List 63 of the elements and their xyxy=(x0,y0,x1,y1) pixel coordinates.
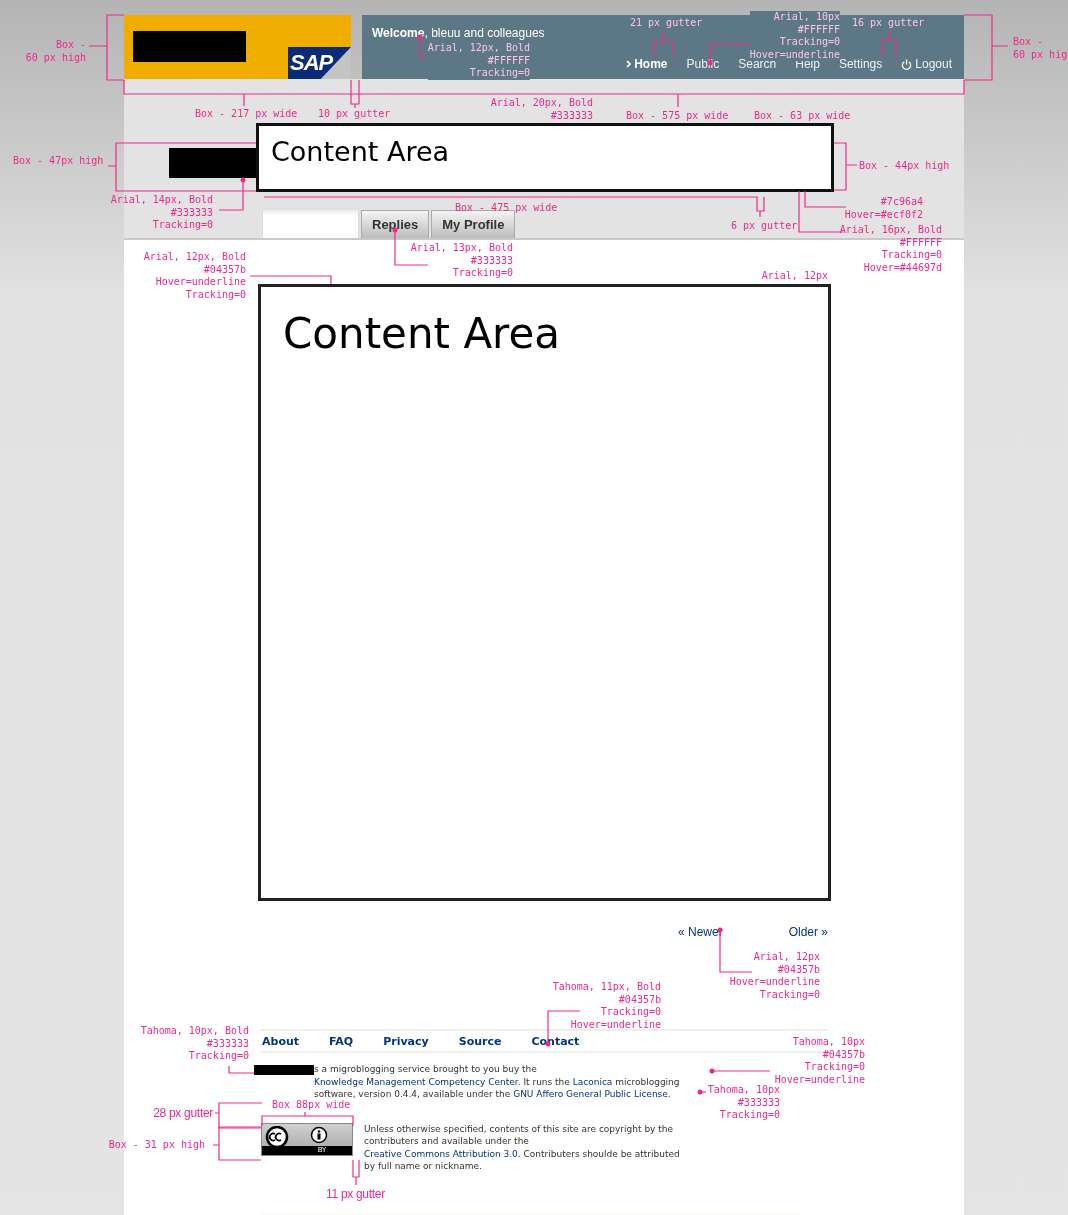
spec-note: 11 px gutter xyxy=(326,1187,385,1201)
spec-note: Arial, 20px, Bold #333333 xyxy=(490,97,593,122)
spec-note: Arial, 10px #FFFFFF Tracking=0 Hover=underline xyxy=(749,11,840,61)
footer-link[interactable]: FAQ xyxy=(329,1034,354,1048)
spec-note: Box - 63 px wide xyxy=(754,110,851,123)
license-paragraph: Unless otherwise specified, contents of this site are copyright by the contributers and available under the Creative Commons Attribution 3.0. Contributers shoulde be attributed by full name or nickname. xyxy=(364,1122,681,1173)
nav-link[interactable]: Settings xyxy=(838,57,883,71)
spec-note: Arial, 16px, Bold #FFFFFF Tracking=0 Hover=#44697d xyxy=(839,224,942,274)
footer-link[interactable]: Source xyxy=(458,1034,502,1048)
spec-note: Arial, 14px, Bold #333333 Tracking=0 xyxy=(110,194,213,232)
dimension-bracket xyxy=(833,142,858,191)
text-link[interactable]: Creative Commons Attribution 3.0 xyxy=(364,1148,518,1159)
pagination-link[interactable]: Older » xyxy=(788,925,828,939)
spec-note: Box - 575 px wide xyxy=(626,110,729,123)
pagination-link[interactable]: « Newer xyxy=(678,925,723,939)
spec-note: Box - 44px high xyxy=(859,160,950,173)
power-icon xyxy=(901,58,913,70)
dimension-bracket xyxy=(881,30,897,58)
spec-note: Tahoma, 10px #333333 Tracking=0 xyxy=(707,1084,780,1122)
nav-link[interactable]: Home xyxy=(626,57,668,71)
dimension-bracket xyxy=(653,30,674,57)
footer-link[interactable]: Privacy xyxy=(383,1034,429,1048)
redaction-bar xyxy=(254,1065,314,1075)
content-area-label: Content Area xyxy=(271,136,450,167)
spec-note: Tahoma, 10px #04357b Tracking=0 Hover=underline xyxy=(774,1036,865,1085)
leader-line xyxy=(218,177,246,211)
leader-line xyxy=(709,1068,771,1074)
tab[interactable]: Replies xyxy=(361,210,430,238)
welcome-text: Welcome, bleuu and colleagues xyxy=(372,26,545,40)
chevron-icon xyxy=(626,60,632,68)
spec-note: Arial, 12px, Bold #04357b Hover=underline Tracking=0 xyxy=(143,251,246,301)
dimension-bracket xyxy=(352,1159,360,1186)
spec-note: Box - 60 px high xyxy=(25,39,86,64)
text-link[interactable]: GNU Affero General Public License xyxy=(513,1089,668,1099)
spec-note: Box - 217 px wide xyxy=(195,108,298,121)
spec-note: Box 88px wide xyxy=(272,1099,351,1112)
spec-note: #7c96a4 Hover=#ecf0f2 xyxy=(844,196,923,221)
spec-note: 28 px gutter xyxy=(153,1106,213,1120)
spec-note: 16 px gutter xyxy=(852,17,925,30)
spec-note: Box - 31 px high xyxy=(108,1139,205,1152)
logo[interactable]: SAP xyxy=(288,47,351,79)
footer-link[interactable]: Contact xyxy=(531,1034,580,1048)
spec-note: Tahoma, 11px, Bold #04357b Tracking=0 Hover=underline xyxy=(552,981,661,1031)
spec-note: Tahoma, 10px, Bold #333333 Tracking=0 xyxy=(140,1025,249,1063)
about-paragraph: s a migroblogging service brought to you buy the Knowledge Management Competency Center. It runs the Laconica microblogging software, version 0.4.4, available under the GNU Affero General Public License. xyxy=(314,1063,681,1100)
leader-line xyxy=(697,1089,707,1095)
nav-link[interactable]: Logout xyxy=(901,57,952,71)
spec-note: 21 px gutter xyxy=(630,17,703,30)
spec-note: 6 px gutter xyxy=(731,220,798,233)
tab[interactable]: My Profile xyxy=(431,210,516,238)
footer-link[interactable]: About xyxy=(262,1034,300,1048)
text-link[interactable]: Laconica xyxy=(572,1076,613,1087)
leader-line xyxy=(228,1065,255,1074)
spec-note: Arial, 12px #04357b Hover=underline Tracking=0 xyxy=(729,951,820,1001)
spec-note: Arial, 13px, Bold #333333 Tracking=0 xyxy=(410,242,513,280)
content-area-label: Content Area xyxy=(283,309,561,358)
tab[interactable] xyxy=(262,208,359,238)
spec-note: 10 px gutter xyxy=(318,108,391,121)
spec-note: Arial, 12px, Bold #FFFFFF Tracking=0 xyxy=(427,42,530,80)
text-link[interactable]: Knowledge Management Competency Center xyxy=(314,1076,518,1087)
spec-note: Arial, 12px xyxy=(761,270,828,283)
spec-note: Box - 47px high xyxy=(13,155,104,168)
spec-note: Box - 60 px hig xyxy=(1013,36,1068,61)
